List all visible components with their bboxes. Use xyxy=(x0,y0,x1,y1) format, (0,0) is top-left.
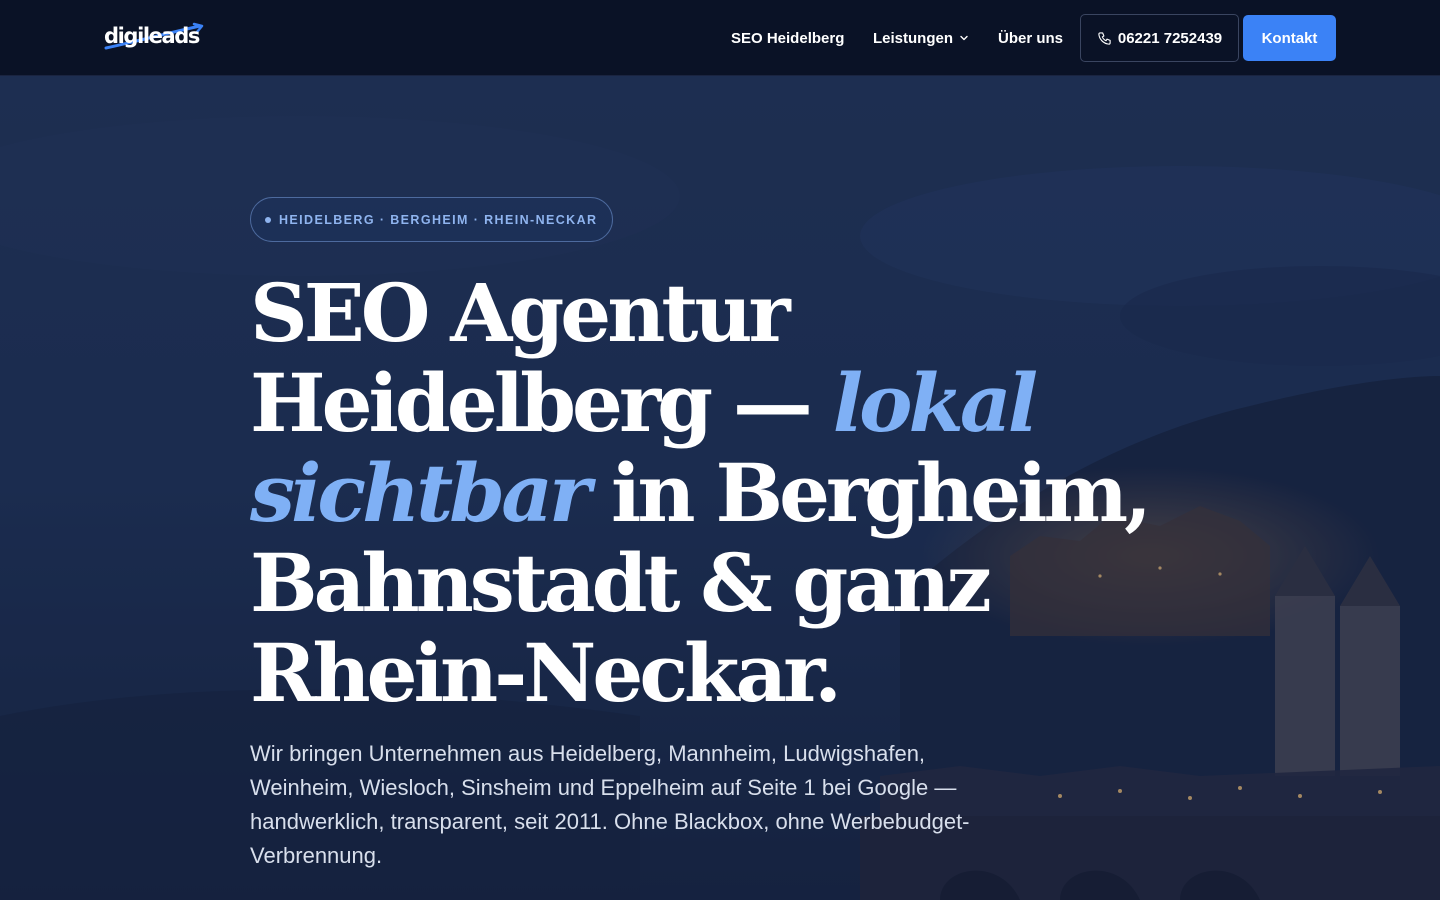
chevron-down-icon xyxy=(959,33,969,43)
nav-leistungen[interactable]: Leistungen xyxy=(873,0,969,76)
badge-dot-icon xyxy=(265,216,271,223)
hero-lead-paragraph: Wir bringen Unternehmen aus Heidelberg, … xyxy=(250,741,970,868)
nav-leistungen-label: Leistungen xyxy=(873,29,954,47)
logo[interactable]: digileads xyxy=(104,22,214,54)
logo-text: digileads xyxy=(104,24,200,48)
nav-seo-heidelberg[interactable]: SEO Heidelberg xyxy=(731,0,844,76)
phone-icon xyxy=(1097,31,1112,46)
nav-seo-heidelberg-label: SEO Heidelberg xyxy=(731,29,845,47)
hero-headline: SEO Agentur Heidelberg — lokal sichtbar … xyxy=(250,266,1152,718)
badge-text: HEIDELBERG · BERGHEIM · RHEIN-NECKAR xyxy=(279,212,598,227)
headline-part-1: SEO Agentur Heidelberg — xyxy=(250,266,833,450)
top-navigation: digileads SEO Heidelberg Leistungen Über… xyxy=(0,0,1440,76)
phone-number: 06221 7252439 xyxy=(1117,29,1223,47)
phone-button[interactable]: 06221 7252439 xyxy=(1080,14,1239,62)
nav-ueber-uns[interactable]: Über uns xyxy=(998,0,1063,76)
contact-button-label: Kontakt xyxy=(1261,29,1318,47)
location-badge: HEIDELBERG · BERGHEIM · RHEIN-NECKAR xyxy=(250,197,613,242)
nav-ueber-uns-label: Über uns xyxy=(998,29,1064,47)
contact-button[interactable]: Kontakt xyxy=(1243,15,1336,61)
hero-section: HEIDELBERG · BERGHEIM · RHEIN-NECKAR SEO… xyxy=(0,76,1440,900)
